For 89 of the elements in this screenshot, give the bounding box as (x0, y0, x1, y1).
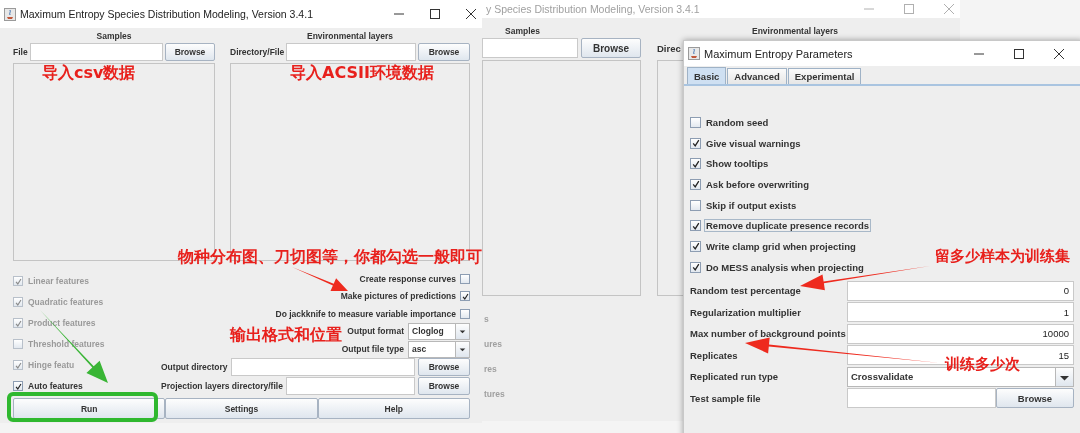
checkbox[interactable] (690, 137, 701, 149)
checkbox-label: Threshold features (28, 339, 105, 349)
checkbox[interactable] (690, 220, 701, 232)
close-icon[interactable] (466, 9, 476, 19)
checkbox-label: Remove duplicate presence records (705, 220, 871, 232)
checkbox[interactable] (690, 178, 701, 190)
field-label: Directory/File (230, 47, 285, 57)
checkbox-label: Ask before overwriting (705, 178, 810, 190)
section-heading: Environmental layers (307, 30, 393, 43)
dropdown[interactable]: asc (408, 340, 470, 358)
browse-button[interactable]: Browse (418, 358, 470, 377)
browse-button[interactable]: Browse (581, 38, 641, 58)
checkbox-label: Skip if output exists (705, 199, 798, 211)
browse-button[interactable]: Browse (418, 43, 470, 61)
annotation-text: 留多少样本为训练集 (935, 248, 1070, 266)
field-label: Max number of background points (690, 328, 847, 339)
window-title: Maximum Entropy Species Distribution Modeling, Version 3.4.1 (20, 8, 314, 20)
checkbox[interactable] (690, 158, 701, 170)
annotation-text: 输出格式和位置 (230, 326, 342, 345)
checkbox[interactable] (690, 116, 701, 128)
field-label: Direc (657, 42, 681, 54)
checkbox-label: Make pictures of predictions (340, 291, 456, 302)
checkbox[interactable] (690, 240, 701, 252)
section-heading: Samples (96, 30, 132, 43)
browse-button[interactable]: Browse (418, 376, 470, 395)
browse-button[interactable]: Browse (996, 388, 1074, 408)
annotation-text: 导入ACSII环境数据 (290, 64, 434, 83)
browse-button[interactable]: Browse (165, 43, 215, 61)
checkbox-label: Show tooltips (705, 158, 770, 170)
checkbox-label: Do MESS analysis when projecting (705, 261, 865, 273)
checkbox[interactable] (690, 199, 701, 211)
checkbox[interactable] (460, 273, 470, 284)
annotation-text: 导入csv数据 (42, 64, 136, 83)
caret-icon (455, 341, 469, 357)
checkbox[interactable] (460, 308, 470, 319)
checkbox[interactable] (13, 381, 23, 391)
feature-label: ures (484, 339, 502, 350)
path-input[interactable] (230, 358, 415, 377)
field-label: Random test percentage (690, 285, 802, 296)
app-icon (688, 47, 700, 60)
action-button[interactable]: Settings (165, 398, 318, 419)
section-heading: Environmental layers (751, 25, 838, 38)
annotation-arrow (292, 267, 348, 292)
field-label: Replicates (690, 349, 739, 361)
feature-label: tures (484, 389, 505, 400)
maximize-icon[interactable] (1014, 48, 1024, 59)
input-field[interactable]: 10000 (847, 323, 1074, 344)
annotation-text: 物种分布图、刀切图等，你都勾选一般即可 (178, 248, 482, 267)
checkbox-label: Linear features (28, 276, 89, 286)
field-label: Projection layers directory/file (161, 380, 283, 391)
checkbox-label: Create response curves (359, 273, 456, 284)
file-input[interactable] (29, 43, 163, 61)
path-input[interactable] (285, 376, 415, 395)
checkbox-label: Quadratic features (28, 297, 104, 307)
action-button[interactable]: Help (317, 398, 470, 419)
field-label: Regularization multiplier (690, 306, 802, 318)
feature-label: s (484, 314, 489, 325)
close-icon[interactable] (1054, 48, 1064, 59)
field-label: Output directory (161, 362, 228, 373)
dropdown[interactable]: Cloglog (408, 322, 470, 340)
field-label: Output format (347, 326, 404, 337)
tab[interactable]: Advanced (727, 68, 787, 84)
checkbox-label: Random seed (705, 116, 770, 128)
checkbox-label: Do jackknife to measure variable importance (275, 308, 456, 319)
checkbox-label: Auto features (28, 381, 83, 391)
checkbox[interactable] (460, 291, 470, 302)
tab[interactable]: Experimental (787, 68, 862, 84)
input-field[interactable] (847, 388, 996, 408)
window-title: y Species Distribution Modeling, Version 3.4.1 (486, 3, 701, 15)
field-label: Replicated run type (690, 371, 780, 382)
checkbox-label: Hinge featu (28, 360, 75, 370)
caret-icon (455, 323, 469, 339)
window-title: Maximum Entropy Parameters (704, 47, 854, 60)
checkbox[interactable] (690, 261, 701, 273)
app-icon (4, 7, 16, 21)
directory-input[interactable] (286, 43, 416, 61)
field-label: Test sample file (690, 392, 762, 404)
input-field[interactable]: 1 (847, 302, 1074, 322)
feature-label: res (484, 364, 497, 375)
field-label: Output file type (341, 344, 404, 355)
checkbox-label: Write clamp grid when projecting (705, 240, 857, 252)
section-heading: Samples (504, 25, 540, 38)
file-input[interactable] (482, 38, 578, 58)
caret-icon (1055, 367, 1073, 386)
field-label: File (13, 47, 28, 57)
input-field[interactable]: 0 (847, 280, 1074, 301)
maximize-icon[interactable] (430, 9, 440, 19)
checkbox-label: Give visual warnings (705, 137, 802, 149)
tab[interactable]: Basic (687, 67, 727, 84)
